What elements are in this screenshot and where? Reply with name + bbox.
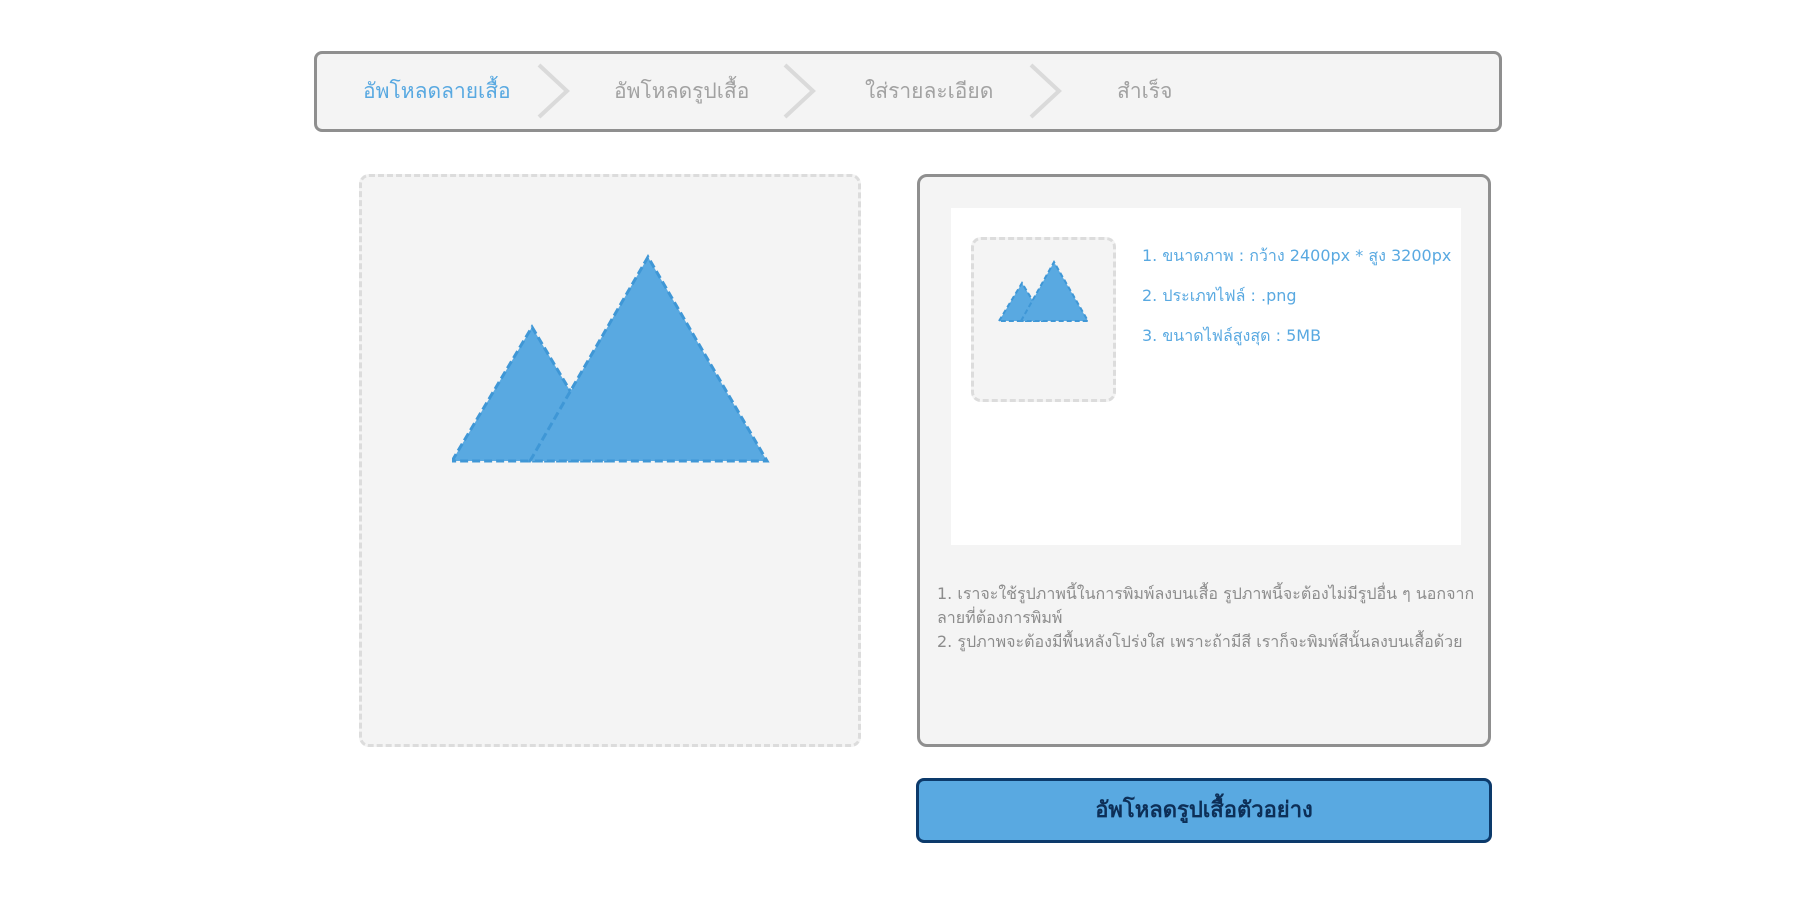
note-item: 1. เราจะใช้รูปภาพนี้ในการพิมพ์ลงบนเสื้อ … (937, 584, 1475, 627)
image-placeholder-icon (452, 254, 770, 463)
requirement-image-size: 1. ขนาดภาพ : กว้าง 2400px * สูง 3200px (1142, 246, 1452, 265)
file-requirements-list: 1. ขนาดภาพ : กว้าง 2400px * สูง 3200px 2… (1142, 244, 1451, 364)
step-progress-bar: อัพโหลดลายเสื้อ อัพโหลดรูปเสื้อ ใส่รายละ… (314, 51, 1502, 132)
upload-sample-shirt-button[interactable]: อัพโหลดรูปเสื้อตัวอย่าง (916, 778, 1492, 843)
sample-thumbnail (971, 237, 1116, 402)
requirements-panel: 1. ขนาดภาพ : กว้าง 2400px * สูง 3200px 2… (917, 174, 1491, 747)
design-upload-dropzone[interactable] (359, 174, 861, 747)
image-placeholder-icon (997, 259, 1090, 322)
requirement-max-file-size: 3. ขนาดไฟล์สูงสุด : 5MB (1142, 326, 1322, 345)
chevron-right-icon (537, 63, 570, 119)
printing-notes: 1. เราจะใช้รูปภาพนี้ในการพิมพ์ลงบนเสื้อ … (937, 582, 1477, 654)
step-complete[interactable]: สำเร็จ (1117, 54, 1172, 129)
step-upload-design[interactable]: อัพโหลดลายเสื้อ (363, 54, 511, 129)
step-upload-shirt-photo[interactable]: อัพโหลดรูปเสื้อ (614, 54, 749, 129)
requirement-file-type: 2. ประเภทไฟล์ : .png (1142, 286, 1297, 305)
chevron-right-icon (783, 63, 816, 119)
chevron-right-icon (1029, 63, 1062, 119)
note-item: 2. รูปภาพจะต้องมีพื้นหลังโปร่งใส เพราะถ้… (937, 632, 1463, 651)
step-enter-details[interactable]: ใส่รายละเอียด (865, 54, 993, 129)
requirements-card: 1. ขนาดภาพ : กว้าง 2400px * สูง 3200px 2… (951, 208, 1461, 545)
